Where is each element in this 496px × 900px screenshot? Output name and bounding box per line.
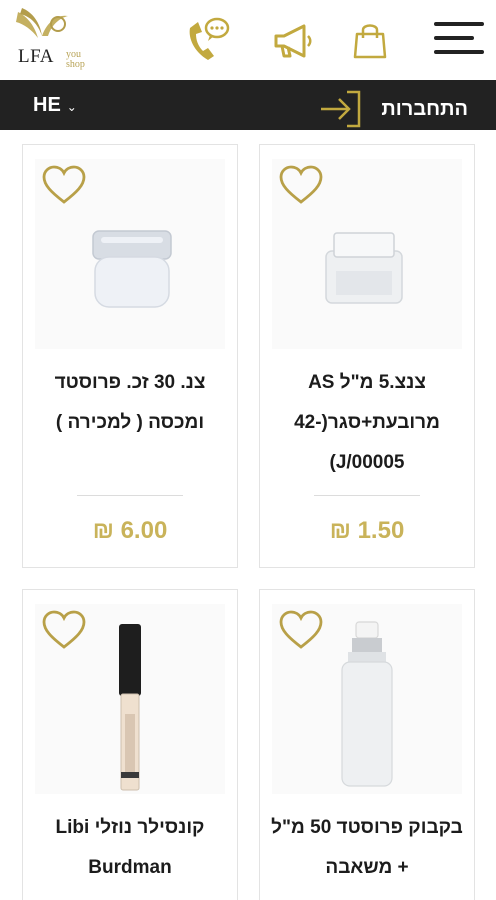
product-price: ₪ 1.50 — [329, 517, 405, 544]
language-selector[interactable]: HE ⌄ — [33, 94, 77, 117]
site-header: LFA you shop — [0, 0, 496, 80]
heart-icon[interactable] — [41, 610, 87, 650]
product-card[interactable]: צנצ.5 מ"ל AS מרובעת+סגר(-42 J/00005) ₪ 1… — [259, 144, 475, 568]
product-title[interactable]: בקבוק פרוסטד 50 מ"ל + משאבה — [270, 808, 464, 888]
top-bar: HE ⌄ התחברות — [0, 80, 496, 130]
product-card[interactable]: קונסילר נוזלי Libi Burdman — [22, 589, 238, 900]
logo-wings-icon — [16, 8, 68, 38]
product-title[interactable]: צנצ.5 מ"ל AS מרובעת+סגר(-42 J/00005) — [270, 363, 464, 483]
megaphone-icon[interactable] — [270, 22, 316, 67]
heart-icon[interactable] — [41, 165, 87, 205]
divider — [314, 495, 420, 496]
divider — [77, 495, 183, 496]
product-title[interactable]: קונסילר נוזלי Libi Burdman — [33, 808, 227, 888]
login-label: התחברות — [381, 97, 468, 120]
heart-icon[interactable] — [278, 610, 324, 650]
site-logo[interactable]: LFA you shop — [8, 6, 98, 70]
chevron-down-icon: ⌄ — [66, 99, 77, 114]
login-icon — [321, 90, 361, 128]
product-card[interactable]: בקבוק פרוסטד 50 מ"ל + משאבה — [259, 589, 475, 900]
product-price: ₪ 6.00 — [92, 517, 168, 544]
logo-text: LFA — [18, 46, 54, 67]
language-label: HE — [33, 94, 61, 116]
shopping-bag-icon[interactable] — [352, 20, 388, 65]
logo-subtext: you shop — [66, 49, 85, 70]
product-card[interactable]: צנ. 30 זכ. פרוסטד ומכסה ( למכירה ) ₪ 6.0… — [22, 144, 238, 568]
login-link[interactable]: התחברות — [319, 90, 468, 128]
menu-icon[interactable] — [432, 20, 486, 61]
product-title[interactable]: צנ. 30 זכ. פרוסטד ומכסה ( למכירה ) — [33, 363, 227, 443]
heart-icon[interactable] — [278, 165, 324, 205]
phone-chat-icon[interactable] — [184, 14, 232, 69]
